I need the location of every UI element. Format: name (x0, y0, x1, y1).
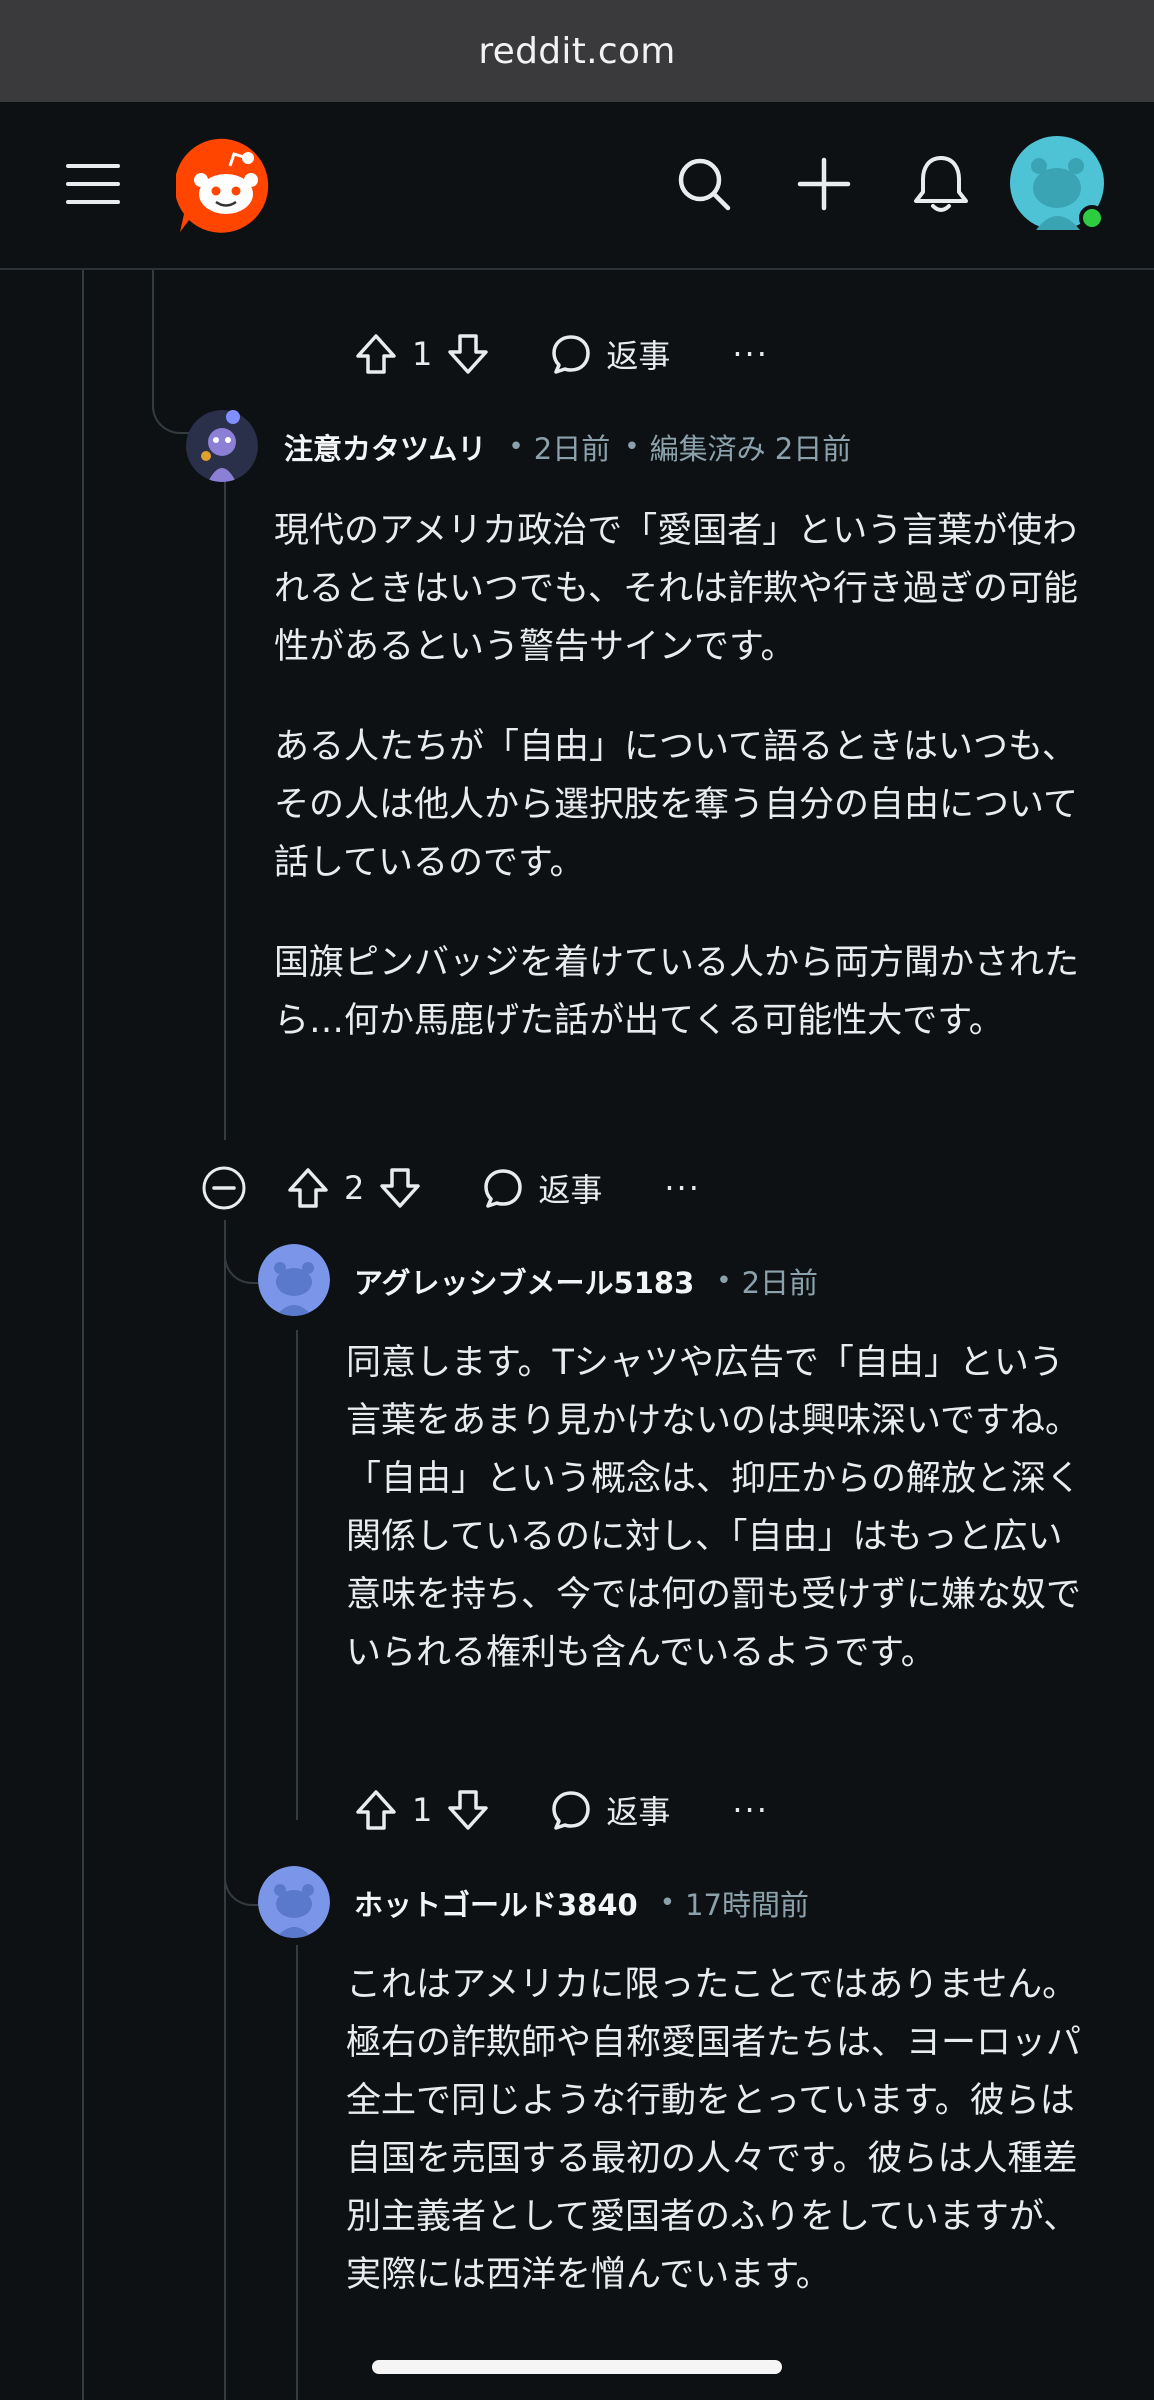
more-options-icon[interactable]: ··· (732, 335, 769, 373)
comment-bubble-icon (552, 1791, 591, 1830)
username-link[interactable]: 注意カタツムリ (284, 426, 486, 468)
comment-meta: アグレッシブメール5183 • 2日前 (354, 1260, 818, 1302)
edited-label: 編集済み 2日前 (649, 432, 852, 466)
reply-label: 返事 (606, 1793, 671, 1831)
comment-paragraph: これはアメリカに限ったことではありません。極右の詐欺師や自称愛国者たちは、ヨーロ… (346, 1965, 1082, 2295)
comment-paragraph: ある人たちが「自由」について語るときはいつも、その人は他人から選択肢を奪う自分の… (274, 727, 1078, 883)
avatar[interactable] (258, 1866, 330, 1938)
thread-line-level1 (224, 480, 226, 1140)
comment-time: 2日前 (533, 432, 611, 466)
home-indicator (372, 2360, 782, 2374)
search-icon[interactable] (674, 154, 734, 214)
username-link[interactable]: アグレッシブメール5183 (354, 1260, 694, 1302)
comment-meta: 注意カタツムリ • 2日前 • 編集済み 2日前 (284, 426, 851, 468)
comment-body: 現代のアメリカ政治で「愛国者」という言葉が使われるときはいつでも、それは詐欺や行… (274, 502, 1096, 1092)
downvote-icon[interactable] (442, 1784, 494, 1836)
upvote-icon[interactable] (282, 1162, 334, 1214)
more-options-icon[interactable]: ··· (732, 1791, 769, 1829)
reply-button[interactable]: 返事 (550, 1787, 670, 1833)
bell-icon[interactable] (910, 152, 972, 216)
comment-time: 17時間前 (685, 1888, 809, 1922)
thread-line-level2b (296, 1945, 298, 2400)
meta-separator: • (508, 432, 524, 462)
comment-body: 同意します。Tシャツや広告で「自由」という言葉をあまり見かけないのは興味深いです… (346, 1334, 1090, 1724)
prev-comment-actions: 1 返事 ··· (350, 322, 769, 386)
browser-url-bar[interactable]: reddit.com (0, 0, 1154, 102)
comment-paragraph: 現代のアメリカ政治で「愛国者」という言葉が使われるときはいつでも、それは詐欺や行… (274, 511, 1078, 667)
comment-meta: ホットゴールド3840 • 17時間前 (354, 1882, 809, 1924)
avatar-badge-icon (226, 410, 240, 424)
user-avatar[interactable] (1010, 136, 1108, 234)
comment-bubble-icon (484, 1169, 523, 1208)
url-text: reddit.com (478, 30, 676, 72)
thread-line-level1b (224, 1220, 226, 2400)
reply-label: 返事 (538, 1171, 603, 1209)
more-options-icon[interactable]: ··· (664, 1169, 701, 1207)
clipped-previous-text (348, 242, 748, 270)
upvote-count: 1 (412, 1791, 433, 1829)
avatar[interactable] (258, 1244, 330, 1316)
avatar[interactable] (186, 410, 258, 482)
thread-line-root (82, 270, 84, 2400)
collapse-thread-icon[interactable] (200, 1164, 248, 1212)
reddit-logo-icon[interactable] (174, 136, 276, 236)
thread-curve-2 (224, 1230, 262, 1284)
comment-time: 2日前 (741, 1266, 819, 1300)
comment-actions: 2 返事 ··· (282, 1156, 701, 1220)
comment-bubble-icon (552, 335, 591, 374)
meta-separator: • (624, 432, 640, 462)
thread-line-level2 (296, 1330, 298, 1820)
comment-body: これはアメリカに限ったことではありません。極右の詐欺師や自称愛国者たちは、ヨーロ… (346, 1956, 1090, 2346)
upvote-count: 2 (344, 1169, 365, 1207)
plus-icon[interactable] (794, 154, 854, 214)
comment-actions: 1 返事 ··· (350, 1778, 769, 1842)
thread-curve-3 (224, 1852, 262, 1906)
downvote-icon[interactable] (442, 328, 494, 380)
upvote-icon[interactable] (350, 328, 402, 380)
comment-paragraph: 同意します。Tシャツや広告で「自由」という言葉をあまり見かけないのは興味深いです… (346, 1343, 1082, 1673)
meta-separator: • (659, 1888, 676, 1918)
hamburger-menu-icon[interactable] (64, 162, 124, 206)
downvote-icon[interactable] (374, 1162, 426, 1214)
reply-button[interactable]: 返事 (550, 331, 670, 377)
reply-button[interactable]: 返事 (482, 1165, 602, 1211)
thread-curve-1 (152, 380, 190, 434)
comment-paragraph: 国旗ピンバッジを着けている人から両方聞かされたら…何か馬鹿げた話が出てくる可能性… (274, 943, 1080, 1041)
reply-label: 返事 (606, 337, 671, 375)
meta-separator: • (716, 1266, 732, 1296)
upvote-icon[interactable] (350, 1784, 402, 1836)
upvote-count: 1 (412, 335, 433, 373)
username-link[interactable]: ホットゴールド3840 (354, 1882, 638, 1924)
